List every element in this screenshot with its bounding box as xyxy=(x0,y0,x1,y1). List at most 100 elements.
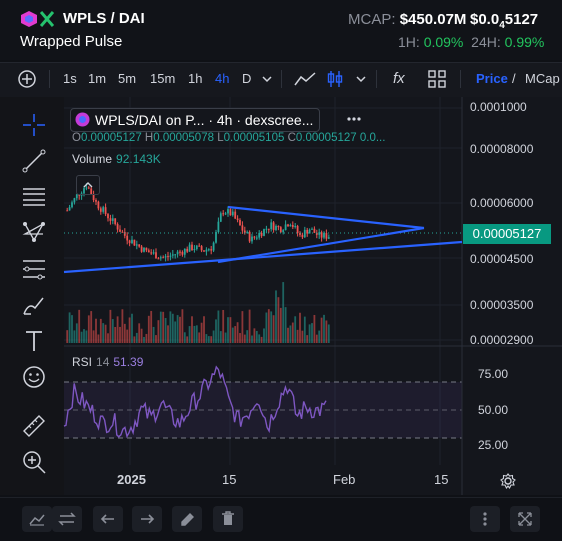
volume-bar xyxy=(78,309,81,343)
volume-bar xyxy=(251,335,253,343)
candle-body xyxy=(205,249,208,252)
delete-drawing-button[interactable] xyxy=(213,506,243,532)
ohlc-values: O0.00005127 H0.00005078 L0.00005105 C0.0… xyxy=(72,132,386,144)
volume-bar xyxy=(306,335,309,343)
candle-body xyxy=(121,231,124,233)
arrow-left-icon xyxy=(100,514,114,524)
volume-bar xyxy=(133,336,136,343)
rsi-legend: RSI 14 51.39 xyxy=(72,355,144,369)
candle-body xyxy=(145,247,148,251)
volume-bar xyxy=(231,327,234,343)
volume-bar xyxy=(119,326,121,343)
volume-bar xyxy=(255,330,258,343)
trash-icon xyxy=(222,511,234,525)
candle-body xyxy=(128,240,131,244)
volume-bars xyxy=(66,282,330,343)
volume-bar xyxy=(114,326,117,343)
chart-legend-title[interactable]: WPLS/DAI on P... · 4h · dexscree... xyxy=(70,108,321,132)
volume-bar xyxy=(123,323,126,343)
volume-bar xyxy=(287,327,289,343)
volume-bar xyxy=(92,330,95,343)
candle-body xyxy=(92,194,95,201)
volume-bar xyxy=(131,313,133,343)
volume-bar xyxy=(107,333,109,343)
price-tick: 0.00006000 xyxy=(470,196,534,210)
volume-bar xyxy=(188,326,191,343)
volume-bar xyxy=(179,316,181,343)
volume-bar xyxy=(171,313,174,343)
candle-body xyxy=(203,250,205,252)
volume-bar xyxy=(267,309,270,343)
candle-body xyxy=(200,246,203,251)
more-options-icon[interactable] xyxy=(346,116,362,122)
candle-body xyxy=(227,209,229,214)
redo-button[interactable] xyxy=(132,506,162,532)
pencil-icon xyxy=(181,513,194,526)
candle-body xyxy=(152,252,155,254)
volume-bar xyxy=(186,336,189,343)
candle-body xyxy=(97,201,100,209)
rsi-tick: 75.00 xyxy=(478,367,509,381)
volume-bar xyxy=(241,311,244,343)
candle-body xyxy=(284,224,287,231)
volume-bar xyxy=(191,316,193,343)
volume-bar xyxy=(265,312,268,343)
undo-button[interactable] xyxy=(93,506,123,532)
candle-body xyxy=(143,247,145,252)
candle-body xyxy=(243,230,246,233)
volume-bar xyxy=(75,323,78,343)
candle-body xyxy=(107,214,109,219)
volume-bar xyxy=(128,317,131,343)
candle-body xyxy=(75,194,78,199)
vertical-dots-icon xyxy=(483,512,487,526)
candle-body xyxy=(198,245,201,247)
volume-bar xyxy=(109,309,112,343)
candle-body xyxy=(282,230,285,233)
volume-bar xyxy=(205,334,208,343)
volume-bar xyxy=(303,316,306,343)
volume-bar xyxy=(85,330,88,343)
more-menu-button[interactable] xyxy=(470,506,500,532)
volume-bar xyxy=(219,331,222,343)
volume-bar xyxy=(200,322,203,343)
candle-body xyxy=(207,249,210,251)
candle-body xyxy=(133,239,136,246)
volume-bar xyxy=(80,331,83,343)
volume-bar xyxy=(162,311,165,343)
candle-body xyxy=(155,252,157,259)
candle-body xyxy=(131,239,133,244)
settings-gear-icon[interactable] xyxy=(500,473,516,489)
volume-bar xyxy=(224,332,227,343)
candle-body xyxy=(119,229,121,232)
volume-bar xyxy=(68,312,71,343)
volume-bar xyxy=(320,317,323,343)
candle-body xyxy=(157,258,160,260)
volume-bar xyxy=(111,319,114,343)
volume-bar xyxy=(318,330,321,343)
volume-bar xyxy=(294,316,297,343)
rsi-tick: 25.00 xyxy=(478,438,509,452)
candle-body xyxy=(234,211,237,219)
price-tick: 0.00003500 xyxy=(470,298,534,312)
fullscreen-button[interactable] xyxy=(510,506,540,532)
price-tick: 0.00002900 xyxy=(470,333,534,347)
volume-bar xyxy=(138,323,141,343)
volume-bar xyxy=(97,334,100,343)
volume-bar xyxy=(99,318,102,343)
volume-legend: Volume 92.143K xyxy=(72,152,161,166)
edit-drawing-button[interactable] xyxy=(172,506,202,532)
volume-bar xyxy=(174,321,177,343)
candle-body xyxy=(138,244,141,247)
candle-body xyxy=(296,225,299,234)
compare-button[interactable] xyxy=(52,506,82,532)
volume-bar xyxy=(147,315,150,343)
candle-body xyxy=(174,254,177,256)
candle-body xyxy=(258,232,261,238)
collapse-legend-button[interactable] xyxy=(76,175,100,195)
volume-bar xyxy=(203,316,205,343)
volume-bar xyxy=(102,323,105,343)
expand-icon xyxy=(518,512,532,526)
price-chart[interactable] xyxy=(0,0,562,540)
chart-type-button[interactable] xyxy=(22,506,52,532)
volume-bar xyxy=(152,326,155,343)
